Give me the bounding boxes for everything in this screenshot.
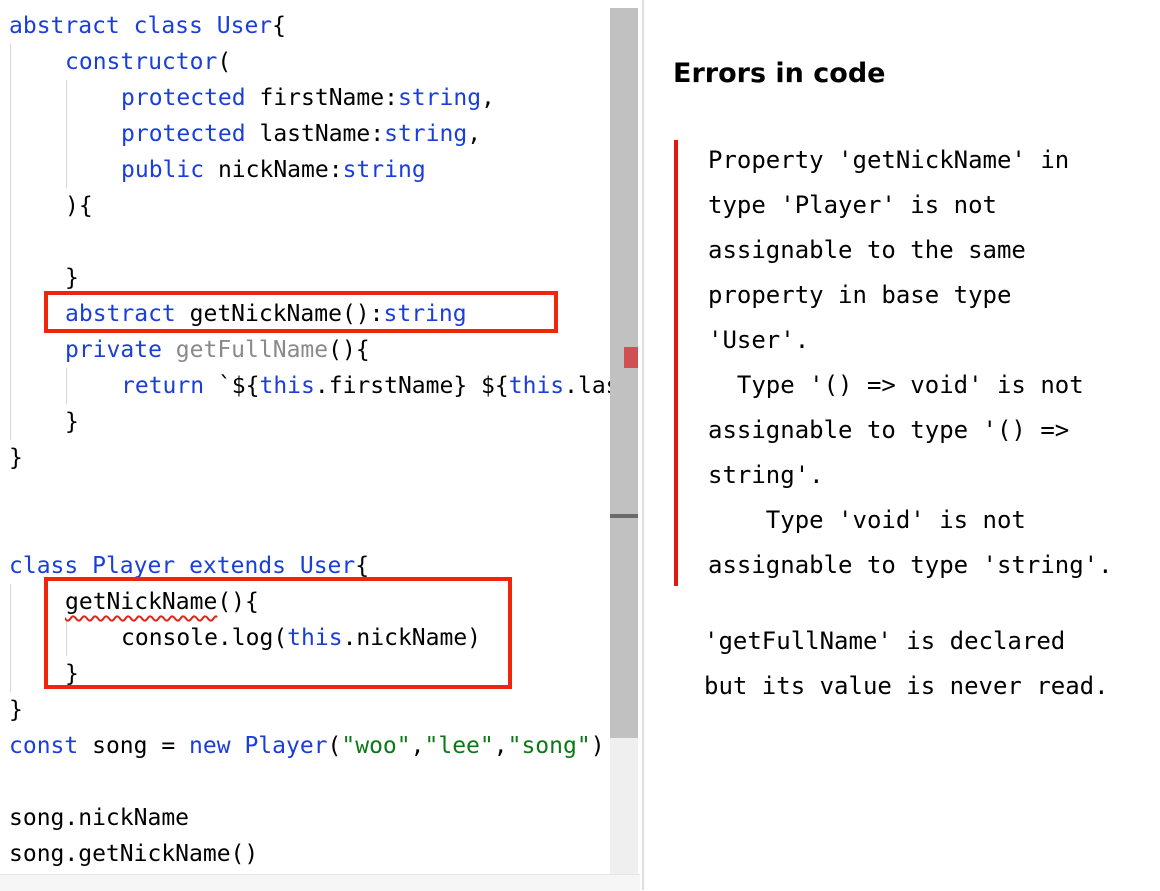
code-line: ){ xyxy=(65,193,93,219)
vertical-scrollbar-track[interactable] xyxy=(610,738,638,890)
highlight-box-abstract-method xyxy=(44,291,558,333)
code-line: return `${this.firstName} ${this.last xyxy=(121,373,610,399)
code-line: song.getNickName() xyxy=(9,841,259,867)
code-line: abstract class User{ xyxy=(9,13,286,39)
code-line: } xyxy=(9,445,23,471)
code-line: constructor( xyxy=(65,49,232,75)
error-message: Property 'getNickName' in type 'Player' … xyxy=(708,146,1113,579)
code-line: song.nickName xyxy=(9,805,190,831)
code-line: protected firstName:string, xyxy=(121,85,495,111)
error-indicator-bar xyxy=(674,140,678,586)
code-line: } xyxy=(65,409,79,435)
indent-guide xyxy=(10,44,11,440)
warning-message: 'getFullName' is declared but its value … xyxy=(704,627,1109,700)
code-line: private getFullName(){ xyxy=(65,337,370,363)
indent-guide xyxy=(66,80,67,188)
indent-guide xyxy=(66,368,67,404)
vertical-scrollbar-thumb[interactable] xyxy=(610,8,638,738)
code-line: } xyxy=(9,697,23,723)
code-line: protected lastName:string, xyxy=(121,121,482,147)
highlight-box-override-method xyxy=(44,577,512,689)
code-line: public nickName:string xyxy=(121,157,426,183)
code-editor[interactable]: abstract class User{ constructor( protec… xyxy=(0,0,610,890)
horizontal-scrollbar[interactable] xyxy=(0,874,640,891)
indent-guide xyxy=(10,584,11,692)
errors-panel: Errors in code Property 'getNickName' in… xyxy=(644,0,1160,890)
panel-title: Errors in code xyxy=(673,58,886,89)
scrollbar-cursor-marker xyxy=(610,514,638,518)
code-line: const song = new Player("woo","lee","son… xyxy=(9,733,605,759)
scrollbar-error-marker xyxy=(624,347,638,368)
